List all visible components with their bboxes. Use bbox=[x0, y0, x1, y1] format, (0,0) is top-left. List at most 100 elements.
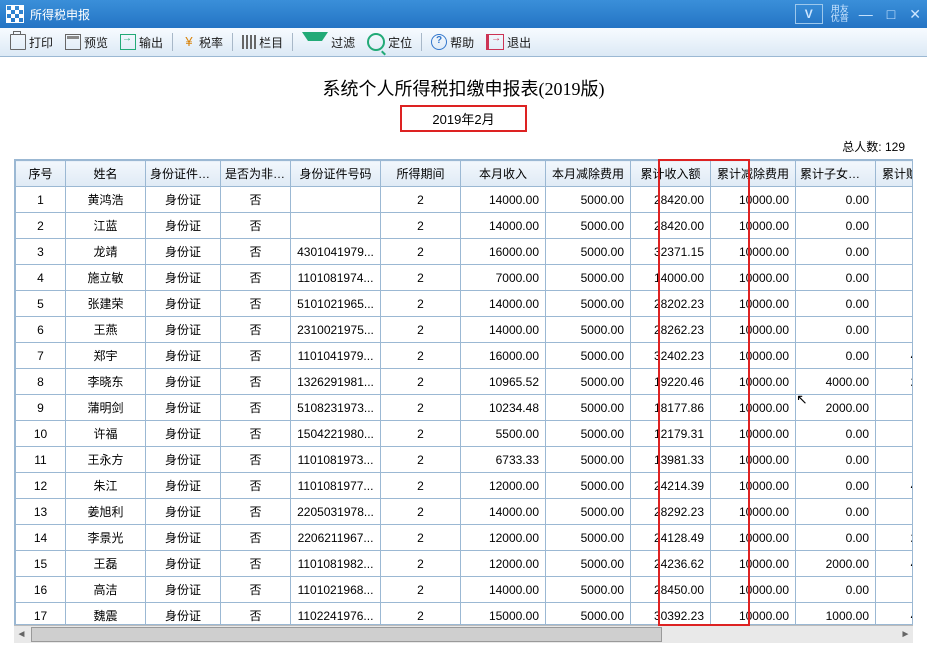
cell-period[interactable]: 2 bbox=[381, 369, 461, 395]
cell-acc_income[interactable]: 30392.23 bbox=[631, 603, 711, 626]
cell-deduct[interactable]: 5000.00 bbox=[546, 447, 631, 473]
cell-acc_income[interactable]: 28420.00 bbox=[631, 187, 711, 213]
cell-seq[interactable]: 3 bbox=[16, 239, 66, 265]
cell-nonres[interactable]: 否 bbox=[221, 343, 291, 369]
minimize-button[interactable]: — bbox=[859, 6, 873, 22]
table-row[interactable]: 14李景光身份证否2206211967...212000.005000.0024… bbox=[16, 525, 914, 551]
cell-name[interactable]: 朱江 bbox=[66, 473, 146, 499]
cell-seq[interactable]: 8 bbox=[16, 369, 66, 395]
cell-acc_income[interactable]: 24236.62 bbox=[631, 551, 711, 577]
cell-idtype[interactable]: 身份证 bbox=[146, 343, 221, 369]
col-nonres[interactable]: 是否为非居... bbox=[221, 161, 291, 187]
cell-nonres[interactable]: 否 bbox=[221, 265, 291, 291]
cell-nonres[interactable]: 否 bbox=[221, 291, 291, 317]
cell-income[interactable]: 5500.00 bbox=[461, 421, 546, 447]
table-row[interactable]: 9蒲明剑身份证否5108231973...210234.485000.00181… bbox=[16, 395, 914, 421]
cell-acc_income[interactable]: 28450.00 bbox=[631, 577, 711, 603]
col-name[interactable]: 姓名 bbox=[66, 161, 146, 187]
cell-deduct[interactable]: 5000.00 bbox=[546, 291, 631, 317]
cell-deduct[interactable]: 5000.00 bbox=[546, 343, 631, 369]
cell-acc_deduct[interactable]: 10000.00 bbox=[711, 239, 796, 265]
cell-income[interactable]: 10965.52 bbox=[461, 369, 546, 395]
cell-deduct[interactable]: 5000.00 bbox=[546, 187, 631, 213]
cell-period[interactable]: 2 bbox=[381, 499, 461, 525]
cell-elder[interactable]: 0.00 bbox=[876, 213, 914, 239]
cell-income[interactable]: 14000.00 bbox=[461, 291, 546, 317]
cell-idno[interactable]: 2310021975... bbox=[291, 317, 381, 343]
cell-nonres[interactable]: 否 bbox=[221, 395, 291, 421]
cell-deduct[interactable]: 5000.00 bbox=[546, 525, 631, 551]
cell-child[interactable]: 2000.00 bbox=[796, 395, 876, 421]
col-elder[interactable]: 累计赡养老人 bbox=[876, 161, 914, 187]
cell-elder[interactable]: 0.00 bbox=[876, 447, 914, 473]
cell-seq[interactable]: 4 bbox=[16, 265, 66, 291]
scroll-thumb[interactable] bbox=[31, 627, 662, 642]
cell-idtype[interactable]: 身份证 bbox=[146, 421, 221, 447]
col-income[interactable]: 本月收入 bbox=[461, 161, 546, 187]
cell-idno[interactable]: 4301041979... bbox=[291, 239, 381, 265]
cell-child[interactable]: 0.00 bbox=[796, 447, 876, 473]
cell-idtype[interactable]: 身份证 bbox=[146, 265, 221, 291]
cell-deduct[interactable]: 5000.00 bbox=[546, 473, 631, 499]
horizontal-scrollbar[interactable]: ◄ ► bbox=[14, 625, 913, 643]
col-deduct[interactable]: 本月减除费用 bbox=[546, 161, 631, 187]
cell-name[interactable]: 姜旭利 bbox=[66, 499, 146, 525]
cell-idtype[interactable]: 身份证 bbox=[146, 239, 221, 265]
cell-acc_income[interactable]: 28262.23 bbox=[631, 317, 711, 343]
cell-acc_income[interactable]: 28202.23 bbox=[631, 291, 711, 317]
cell-seq[interactable]: 5 bbox=[16, 291, 66, 317]
cell-child[interactable]: 0.00 bbox=[796, 317, 876, 343]
cell-acc_deduct[interactable]: 10000.00 bbox=[711, 551, 796, 577]
cell-deduct[interactable]: 5000.00 bbox=[546, 239, 631, 265]
cell-child[interactable]: 0.00 bbox=[796, 577, 876, 603]
cell-income[interactable]: 12000.00 bbox=[461, 525, 546, 551]
cell-elder[interactable]: 0.00 bbox=[876, 421, 914, 447]
cell-income[interactable]: 7000.00 bbox=[461, 265, 546, 291]
col-acc-income[interactable]: 累计收入额 bbox=[631, 161, 711, 187]
cell-acc_income[interactable]: 18177.86 bbox=[631, 395, 711, 421]
cell-nonres[interactable]: 否 bbox=[221, 473, 291, 499]
rate-button[interactable]: ¥税率 bbox=[176, 32, 229, 53]
cell-income[interactable]: 14000.00 bbox=[461, 187, 546, 213]
cell-elder[interactable]: 0.00 bbox=[876, 317, 914, 343]
cell-idtype[interactable]: 身份证 bbox=[146, 213, 221, 239]
cell-idno[interactable]: 5101021965... bbox=[291, 291, 381, 317]
cell-name[interactable]: 王永方 bbox=[66, 447, 146, 473]
col-child[interactable]: 累计子女教育 bbox=[796, 161, 876, 187]
cell-period[interactable]: 2 bbox=[381, 473, 461, 499]
cell-income[interactable]: 14000.00 bbox=[461, 213, 546, 239]
cell-elder[interactable]: 2000.00 bbox=[876, 525, 914, 551]
cell-name[interactable]: 施立敏 bbox=[66, 265, 146, 291]
cell-nonres[interactable]: 否 bbox=[221, 317, 291, 343]
cell-deduct[interactable]: 5000.00 bbox=[546, 603, 631, 626]
cell-acc_income[interactable]: 28420.00 bbox=[631, 213, 711, 239]
cell-seq[interactable]: 11 bbox=[16, 447, 66, 473]
columns-button[interactable]: 栏目 bbox=[236, 32, 289, 53]
cell-child[interactable]: 0.00 bbox=[796, 499, 876, 525]
table-row[interactable]: 15王磊身份证否1101081982...212000.005000.00242… bbox=[16, 551, 914, 577]
cell-deduct[interactable]: 5000.00 bbox=[546, 317, 631, 343]
cell-nonres[interactable]: 否 bbox=[221, 525, 291, 551]
cell-idno[interactable] bbox=[291, 213, 381, 239]
cell-child[interactable]: 0.00 bbox=[796, 239, 876, 265]
table-row[interactable]: 1黄鸿浩身份证否214000.005000.0028420.0010000.00… bbox=[16, 187, 914, 213]
cell-name[interactable]: 魏震 bbox=[66, 603, 146, 626]
cell-income[interactable]: 14000.00 bbox=[461, 499, 546, 525]
cell-idno[interactable]: 1101021968... bbox=[291, 577, 381, 603]
cell-idtype[interactable]: 身份证 bbox=[146, 291, 221, 317]
cell-nonres[interactable]: 否 bbox=[221, 421, 291, 447]
cell-name[interactable]: 许福 bbox=[66, 421, 146, 447]
cell-income[interactable]: 6733.33 bbox=[461, 447, 546, 473]
cell-acc_deduct[interactable]: 10000.00 bbox=[711, 525, 796, 551]
cell-seq[interactable]: 1 bbox=[16, 187, 66, 213]
cell-child[interactable]: 0.00 bbox=[796, 525, 876, 551]
print-button[interactable]: 打印 bbox=[4, 32, 59, 53]
cell-nonres[interactable]: 否 bbox=[221, 213, 291, 239]
cell-seq[interactable]: 12 bbox=[16, 473, 66, 499]
cell-income[interactable]: 12000.00 bbox=[461, 473, 546, 499]
cell-period[interactable]: 2 bbox=[381, 265, 461, 291]
cell-acc_deduct[interactable]: 10000.00 bbox=[711, 473, 796, 499]
cell-income[interactable]: 14000.00 bbox=[461, 317, 546, 343]
cell-acc_income[interactable]: 24128.49 bbox=[631, 525, 711, 551]
table-row[interactable]: 13姜旭利身份证否2205031978...214000.005000.0028… bbox=[16, 499, 914, 525]
